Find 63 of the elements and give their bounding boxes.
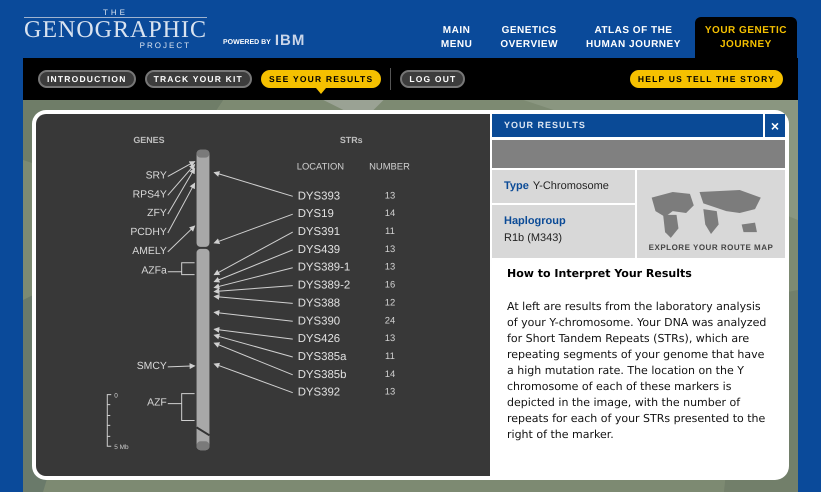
str-number: 14 <box>384 368 396 379</box>
genes-heading: GENES <box>133 134 165 145</box>
gene-bracket <box>167 262 196 276</box>
gene-label: AZF <box>147 398 167 409</box>
sub-nav-button[interactable]: LOG OUT <box>400 70 466 88</box>
gene-label: ZFY <box>147 208 167 220</box>
str-number: 13 <box>384 242 396 254</box>
str-location: DYS389-2 <box>298 280 350 292</box>
help-button[interactable]: HELP US TELL THE STORY <box>630 70 783 88</box>
ibm-logo: IBM <box>274 33 306 48</box>
str-number: 13 <box>384 386 396 397</box>
str-location: DYS426 <box>298 333 340 346</box>
str-number: 13 <box>384 260 396 272</box>
str-location: DYS393 <box>298 190 340 202</box>
type-label: Type <box>504 179 529 194</box>
sub-nav-button[interactable]: INTRODUCTION <box>38 70 136 88</box>
section-heading: How to Interpret Your Results <box>507 266 693 282</box>
str-location: DYS388 <box>298 297 340 310</box>
gene-label: SMCY <box>136 360 167 372</box>
str-number: 11 <box>385 350 395 361</box>
str-location: DYS390 <box>298 315 340 328</box>
sub-nav-button[interactable]: SEE YOUR RESULTS <box>260 70 382 88</box>
gene-label: SRY <box>146 170 167 182</box>
gene-label: AZFa <box>141 266 167 277</box>
scale-bar <box>106 394 112 447</box>
type-value: Y-Chromosome <box>532 179 609 194</box>
main-nav-tab[interactable]: MAIN MENU <box>426 17 486 58</box>
main-nav-tab[interactable]: YOUR GENETIC JOURNEY <box>694 17 797 58</box>
str-number: 13 <box>384 332 396 344</box>
str-location: DYS439 <box>298 244 340 256</box>
pointer-triangle-icon <box>316 88 326 94</box>
str-location: DYS392 <box>298 386 340 399</box>
str-location: DYS19 <box>298 208 334 220</box>
panel-title: YOUR RESULTS <box>503 118 587 132</box>
logo-project: PROJECT <box>140 42 192 50</box>
str-number: 13 <box>384 189 396 200</box>
sub-nav-button[interactable]: TRACK YOUR KIT <box>144 70 252 88</box>
strs-heading: STRs <box>340 134 363 145</box>
gene-label: RPS4Y <box>132 189 167 200</box>
str-number: 12 <box>384 296 396 308</box>
str-location: DYS385b <box>298 368 346 381</box>
haplogroup-value: R1b (M343) <box>504 230 564 246</box>
gene-pointer <box>167 363 196 370</box>
logo-name: GENOGRAPHIC <box>24 17 208 42</box>
str-location: DYS385a <box>298 350 346 363</box>
route-map-button[interactable]: EXPLORE YOUR ROUTE MAP <box>637 170 785 258</box>
str-number: 11 <box>385 225 395 236</box>
gene-bracket <box>167 393 196 421</box>
str-number: 16 <box>384 278 396 290</box>
route-map-caption: EXPLORE YOUR ROUTE MAP <box>648 242 774 254</box>
str-location: DYS391 <box>298 226 340 238</box>
str-location: DYS389-1 <box>298 262 350 274</box>
location-heading: LOCATION <box>296 160 344 172</box>
logo-the: THE <box>103 9 128 17</box>
str-number: 14 <box>384 207 396 218</box>
interpretation-text: At left are results from the laboratory analysis of your Y-chromosome. Your DNA was analyzed for Short Tandem Repeats (STRs), which are repeating segments of your genome that have a high mutation rate. The location on the Y chromosome of each of these markers is depicted in the image, with the number of repeats for each of your STRs presented to the right of the marker. <box>507 298 768 442</box>
gene-label: AMELY <box>132 246 167 257</box>
str-number: 24 <box>384 314 396 326</box>
number-heading: NUMBER <box>369 160 410 172</box>
haplogroup-label: Haplogroup <box>504 214 567 229</box>
main-nav-tab[interactable]: ATLAS OF THE HUMAN JOURNEY <box>572 17 695 58</box>
gene-label: PCDHY <box>130 227 167 238</box>
main-nav-tab[interactable]: GENETICS OVERVIEW <box>486 17 572 58</box>
